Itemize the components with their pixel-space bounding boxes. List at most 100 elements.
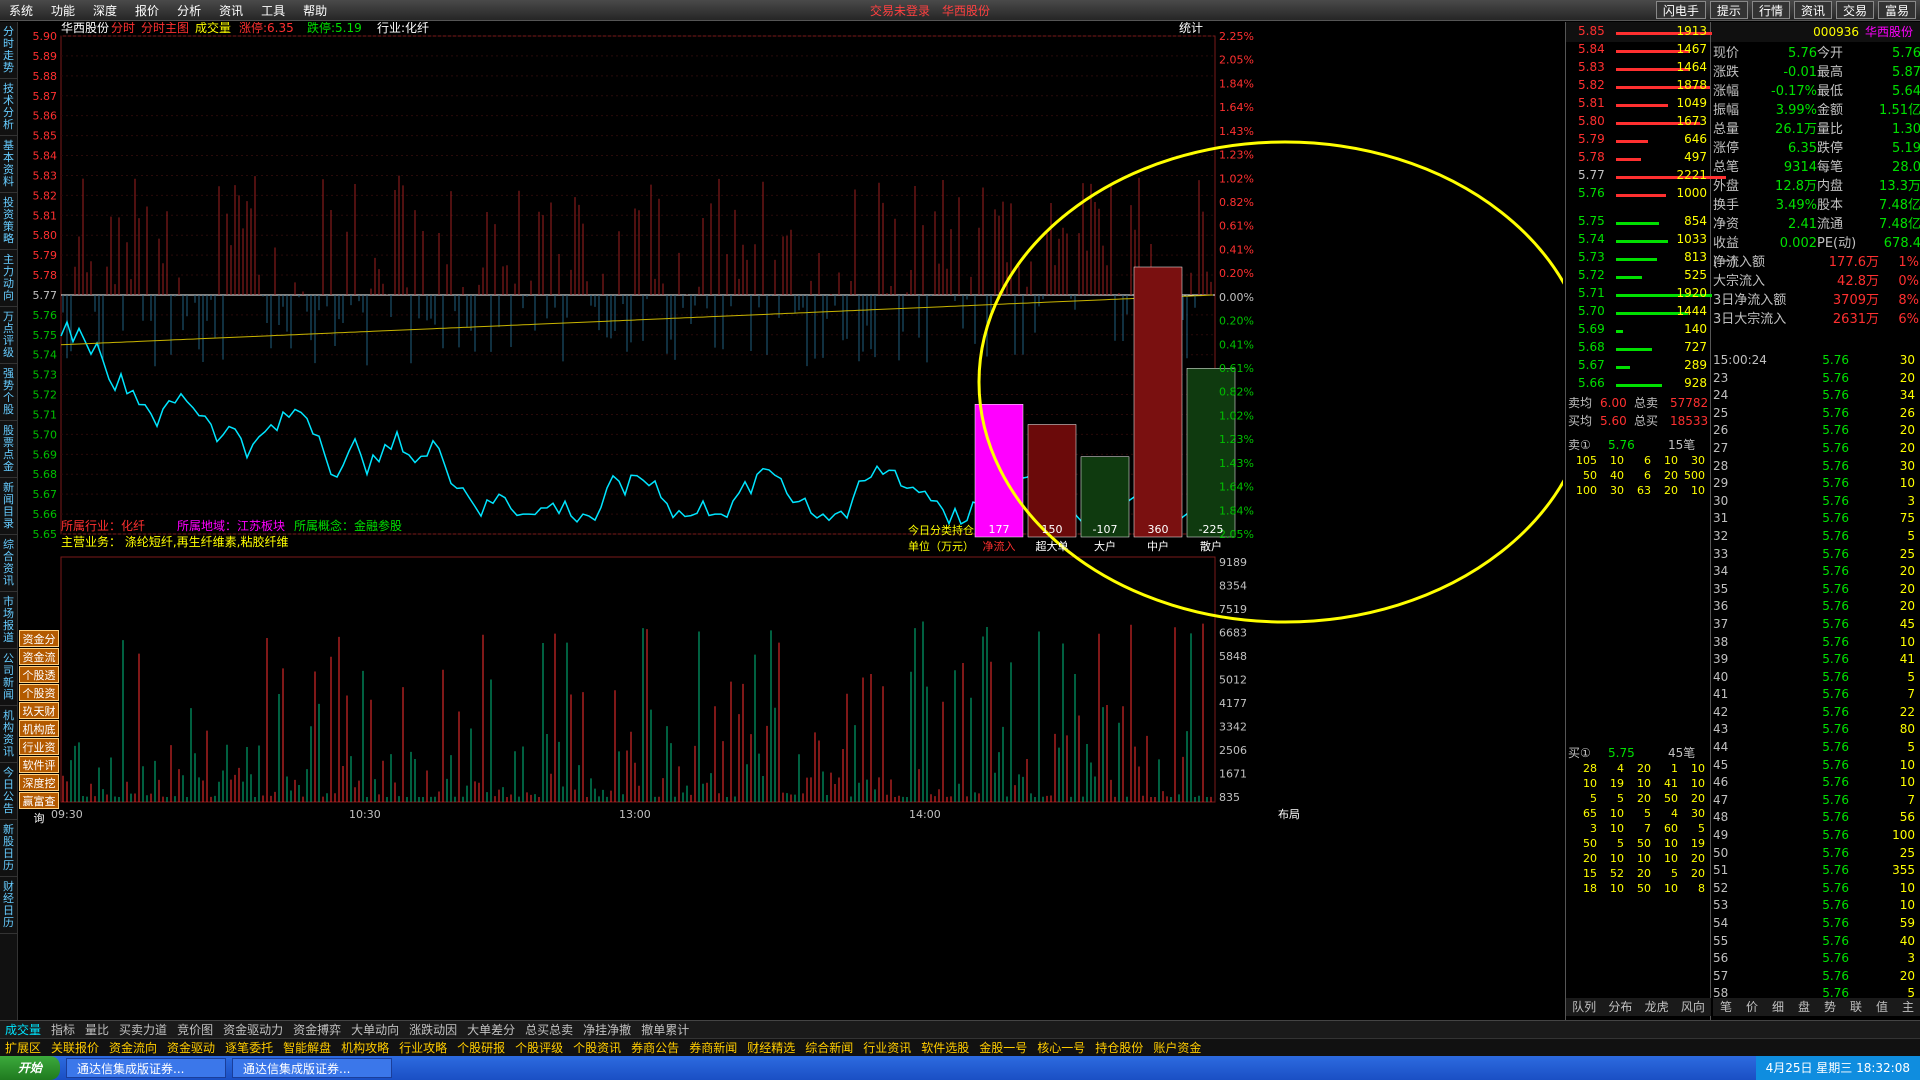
- indicator-tab[interactable]: 涨跌动因: [404, 1021, 462, 1038]
- detail-tab[interactable]: 盘: [1791, 998, 1817, 1016]
- detail-tab[interactable]: 笔: [1713, 998, 1739, 1016]
- indicator-tab[interactable]: 净挂净撤: [578, 1021, 636, 1038]
- indicator-tab[interactable]: 撤单累计: [636, 1021, 694, 1038]
- indicator-tab[interactable]: 指标: [46, 1021, 80, 1038]
- extension-tab[interactable]: 机构攻略: [336, 1039, 394, 1056]
- indicator-tab[interactable]: 成交量: [0, 1021, 46, 1038]
- detail-tab[interactable]: 值: [1869, 998, 1895, 1016]
- queue-tab[interactable]: 龙虎: [1639, 998, 1675, 1016]
- side-button[interactable]: 资金分析: [19, 630, 59, 663]
- extension-tab[interactable]: 行业资讯: [858, 1039, 916, 1056]
- left-nav-item[interactable]: 强势个股: [0, 364, 17, 421]
- top-button[interactable]: 闪电手: [1655, 1, 1706, 19]
- indicator-tab[interactable]: 量比: [80, 1021, 114, 1038]
- top-button[interactable]: 行情: [1751, 1, 1790, 19]
- task-button[interactable]: 通达信集成版证券...: [232, 1058, 393, 1078]
- indicator-tab[interactable]: 资金搏弈: [288, 1021, 346, 1038]
- extension-tab[interactable]: 持仓股份: [1090, 1039, 1148, 1056]
- extension-tab[interactable]: 行业攻略: [394, 1039, 452, 1056]
- left-nav-item[interactable]: 今日公告: [0, 763, 17, 820]
- task-button[interactable]: 通达信集成版证券...: [66, 1058, 227, 1078]
- extension-tab[interactable]: 个股资讯: [568, 1039, 626, 1056]
- indicator-tab[interactable]: 资金驱动力: [218, 1021, 288, 1038]
- top-button[interactable]: 交易: [1835, 1, 1874, 19]
- left-nav-item[interactable]: 新闻目录: [0, 478, 17, 535]
- price-tick: 5.65: [33, 528, 58, 541]
- extension-tab[interactable]: 资金驱动: [162, 1039, 220, 1056]
- side-button[interactable]: 软件评股: [19, 756, 59, 789]
- indicator-tab[interactable]: 买卖力道: [114, 1021, 172, 1038]
- book-volume: 140: [1684, 322, 1707, 336]
- top-button[interactable]: 富易: [1877, 1, 1916, 19]
- left-nav-item[interactable]: 综合资讯: [0, 535, 17, 592]
- detail-tab[interactable]: 细: [1765, 998, 1791, 1016]
- top-button[interactable]: 提示: [1709, 1, 1748, 19]
- queue-tab[interactable]: 风向: [1675, 998, 1711, 1016]
- extension-tab[interactable]: 软件选股: [916, 1039, 974, 1056]
- left-nav-item[interactable]: 技术分析: [0, 79, 17, 136]
- side-button[interactable]: 玖天财富: [19, 702, 59, 735]
- menu-item[interactable]: 资讯: [210, 2, 252, 19]
- menu-item[interactable]: 深度: [84, 2, 126, 19]
- volume-tick: 9189: [1219, 556, 1247, 569]
- left-nav-item[interactable]: 机构资讯: [0, 706, 17, 763]
- extension-tab[interactable]: 个股评级: [510, 1039, 568, 1056]
- extension-tab[interactable]: 财经精选: [742, 1039, 800, 1056]
- side-button[interactable]: 资金流向: [19, 648, 59, 681]
- extension-tab[interactable]: 关联报价: [46, 1039, 104, 1056]
- left-nav-item[interactable]: 基本资料: [0, 136, 17, 193]
- extension-tab[interactable]: 逐笔委托: [220, 1039, 278, 1056]
- queue-cell: 10: [1610, 882, 1624, 895]
- left-nav-item[interactable]: 股票点金: [0, 421, 17, 478]
- left-nav-item[interactable]: 万点评级: [0, 307, 17, 364]
- extension-tab[interactable]: 账户资金: [1148, 1039, 1206, 1056]
- indicator-tab[interactable]: 大单差分: [462, 1021, 520, 1038]
- menu-item[interactable]: 分析: [168, 2, 210, 19]
- detail-tab[interactable]: 联: [1843, 998, 1869, 1016]
- flow-value-label: 150: [1042, 523, 1063, 536]
- side-button[interactable]: 个股资料: [19, 684, 59, 717]
- left-nav-item[interactable]: 市场报道: [0, 592, 17, 649]
- menu-item[interactable]: 报价: [126, 2, 168, 19]
- extension-tab[interactable]: 券商新闻: [684, 1039, 742, 1056]
- detail-tab[interactable]: 价: [1739, 998, 1765, 1016]
- indicator-tab[interactable]: 总买总卖: [520, 1021, 578, 1038]
- menu-item[interactable]: 功能: [42, 2, 84, 19]
- queue-tab[interactable]: 队列: [1566, 998, 1602, 1016]
- left-nav-item[interactable]: 财经日历: [0, 877, 17, 934]
- tick-list: 15:00:24 5.76 30 23 5.76 20 24 5.76 34 25 5.76 26 26…: [1713, 352, 1920, 1003]
- menu-item[interactable]: 系统: [0, 2, 42, 19]
- extension-tab[interactable]: 扩展区: [0, 1039, 46, 1056]
- detail-tab[interactable]: 势: [1817, 998, 1843, 1016]
- queue-header-cell: 45笔: [1668, 746, 1696, 760]
- extension-tab[interactable]: 个股研报: [452, 1039, 510, 1056]
- side-button[interactable]: 行业资金: [19, 738, 59, 771]
- extension-tab[interactable]: 智能解盘: [278, 1039, 336, 1056]
- menu-item[interactable]: 帮助: [294, 2, 336, 19]
- tick-cell: 5: [1907, 528, 1915, 543]
- side-button[interactable]: 深度挖掘: [19, 774, 59, 807]
- queue-cell: 4: [1671, 807, 1678, 820]
- left-nav-item[interactable]: 主力动向: [0, 250, 17, 307]
- left-nav-item[interactable]: 分时走势: [0, 22, 17, 79]
- top-button[interactable]: 资讯: [1793, 1, 1832, 19]
- start-button[interactable]: 开始: [0, 1056, 61, 1080]
- tick-cell: 5.76: [1822, 863, 1849, 878]
- left-nav-item[interactable]: 新股日历: [0, 820, 17, 877]
- queue-tab[interactable]: 分布: [1602, 998, 1638, 1016]
- extension-tab[interactable]: 券商公告: [626, 1039, 684, 1056]
- detail-tab[interactable]: 主: [1895, 998, 1920, 1016]
- indicator-tab[interactable]: 大单动向: [346, 1021, 404, 1038]
- side-button[interactable]: 个股透视: [19, 666, 59, 699]
- left-nav-item[interactable]: 投资策略: [0, 193, 17, 250]
- indicator-tab[interactable]: 竞价图: [172, 1021, 218, 1038]
- extension-tab[interactable]: 资金流向: [104, 1039, 162, 1056]
- extension-tab[interactable]: 综合新闻: [800, 1039, 858, 1056]
- tick-cell: 26: [1713, 423, 1729, 438]
- menu-item[interactable]: 工具: [252, 2, 294, 19]
- side-button[interactable]: 赢富查询: [19, 792, 59, 825]
- side-button[interactable]: 机构底牌: [19, 720, 59, 753]
- extension-tab[interactable]: 核心一号: [1032, 1039, 1090, 1056]
- left-nav-item[interactable]: 公司新闻: [0, 649, 17, 706]
- extension-tab[interactable]: 金股一号: [974, 1039, 1032, 1056]
